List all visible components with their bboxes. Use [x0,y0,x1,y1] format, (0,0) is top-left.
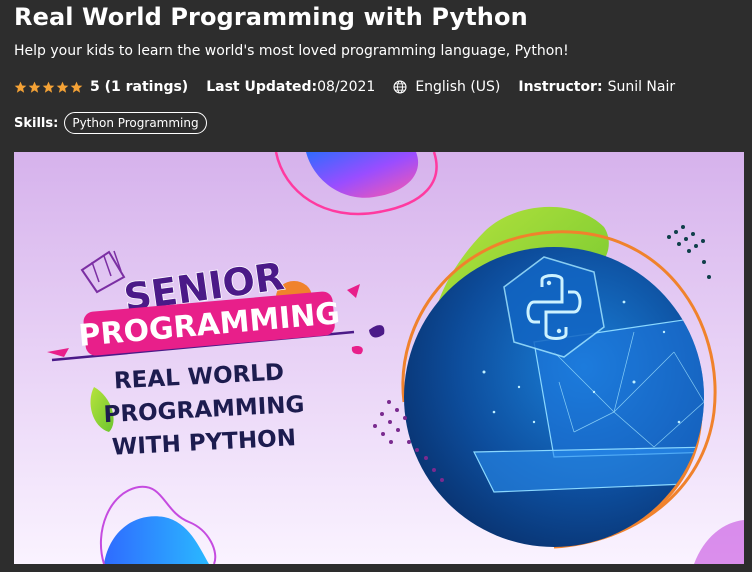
skills-label: Skills: [14,115,59,131]
skill-chip[interactable]: Python Programming [64,112,207,134]
course-banner-image: SENIOR PROGRAMMING REAL WORLD PROGRAMMIN… [14,152,744,564]
course-subtitle: Help your kids to learn the world's most… [14,43,569,59]
globe-icon [393,80,407,94]
skills-row: Skills: Python Programming [14,111,207,135]
star-icon [14,81,27,93]
star-icon [28,81,41,93]
rating-stars [14,81,84,94]
star-icon [42,81,55,93]
language: English (US) [393,79,500,95]
last-updated-label: Last Updated: [206,79,318,95]
course-title: Real World Programming with Python [14,3,528,31]
instructor-name[interactable]: Sunil Nair [608,79,676,95]
instructor-label: Instructor: [518,79,603,95]
star-icon [56,81,69,93]
course-meta-row: 5 (1 ratings) Last Updated: 08/2021 Engl… [14,77,675,97]
last-updated-value: 08/2021 [317,79,376,95]
star-icon [70,81,83,93]
rating-text: 5 (1 ratings) [90,79,189,95]
language-value: English (US) [415,79,501,95]
banner-illustration: SENIOR PROGRAMMING REAL WORLD PROGRAMMIN… [14,152,744,564]
